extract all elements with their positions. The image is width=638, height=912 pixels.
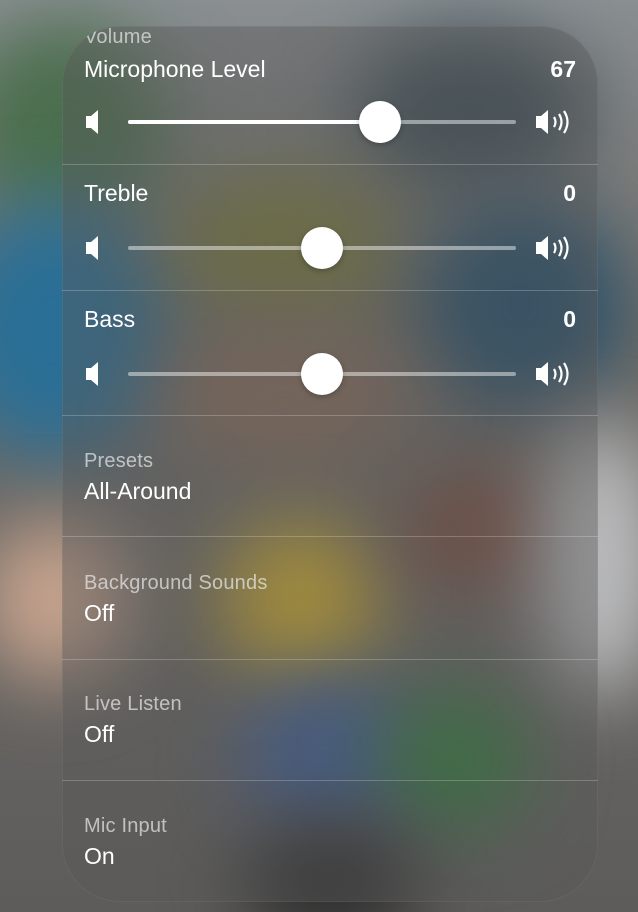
speaker-low-icon bbox=[86, 362, 98, 386]
bass-section: Bass 0 bbox=[62, 304, 598, 416]
microphone-level-value: 67 bbox=[550, 56, 576, 82]
divider bbox=[62, 290, 598, 291]
hearing-controls-panel: Volume Microphone Level 67 Treble 0 Bass… bbox=[62, 26, 598, 902]
speaker-low-icon bbox=[86, 110, 98, 134]
bass-track bbox=[128, 353, 516, 395]
bass-label: Bass bbox=[84, 306, 136, 332]
bass-slider[interactable] bbox=[62, 353, 598, 395]
divider bbox=[62, 164, 598, 165]
live-listen-caption: Live Listen bbox=[84, 693, 182, 715]
volume-header: Volume bbox=[84, 26, 152, 48]
treble-slider[interactable] bbox=[62, 227, 598, 269]
bass-thumb[interactable] bbox=[301, 353, 343, 395]
treble-track bbox=[128, 227, 516, 269]
microphone-level-track bbox=[128, 101, 516, 143]
speaker-low-icon bbox=[86, 236, 98, 260]
treble-section: Treble 0 bbox=[62, 178, 598, 290]
mic-input-caption: Mic Input bbox=[84, 815, 167, 837]
presets-caption: Presets bbox=[84, 450, 154, 472]
live-listen-value: Off bbox=[84, 721, 115, 747]
microphone-level-slider[interactable] bbox=[62, 101, 598, 143]
microphone-level-thumb[interactable] bbox=[359, 101, 402, 143]
microphone-level-label: Microphone Level bbox=[84, 56, 266, 82]
mic-input-row[interactable]: Mic Input On bbox=[62, 781, 598, 902]
mic-input-value: On bbox=[84, 843, 115, 869]
background-sounds-value: Off bbox=[84, 600, 115, 626]
presets-value: All-Around bbox=[84, 478, 192, 504]
speaker-high-icon bbox=[536, 236, 569, 260]
background-sounds-row[interactable]: Background Sounds Off bbox=[62, 537, 598, 659]
bass-value: 0 bbox=[563, 306, 576, 332]
treble-label: Treble bbox=[84, 180, 149, 206]
speaker-high-icon bbox=[536, 110, 569, 134]
treble-value: 0 bbox=[563, 180, 576, 206]
treble-thumb[interactable] bbox=[301, 227, 343, 269]
microphone-level-fill bbox=[128, 120, 381, 124]
microphone-level-section: Microphone Level 67 bbox=[62, 54, 598, 164]
speaker-high-icon bbox=[536, 362, 569, 386]
background-sounds-caption: Background Sounds bbox=[84, 572, 268, 594]
live-listen-row[interactable]: Live Listen Off bbox=[62, 660, 598, 780]
presets-row[interactable]: Presets All-Around bbox=[62, 416, 598, 536]
